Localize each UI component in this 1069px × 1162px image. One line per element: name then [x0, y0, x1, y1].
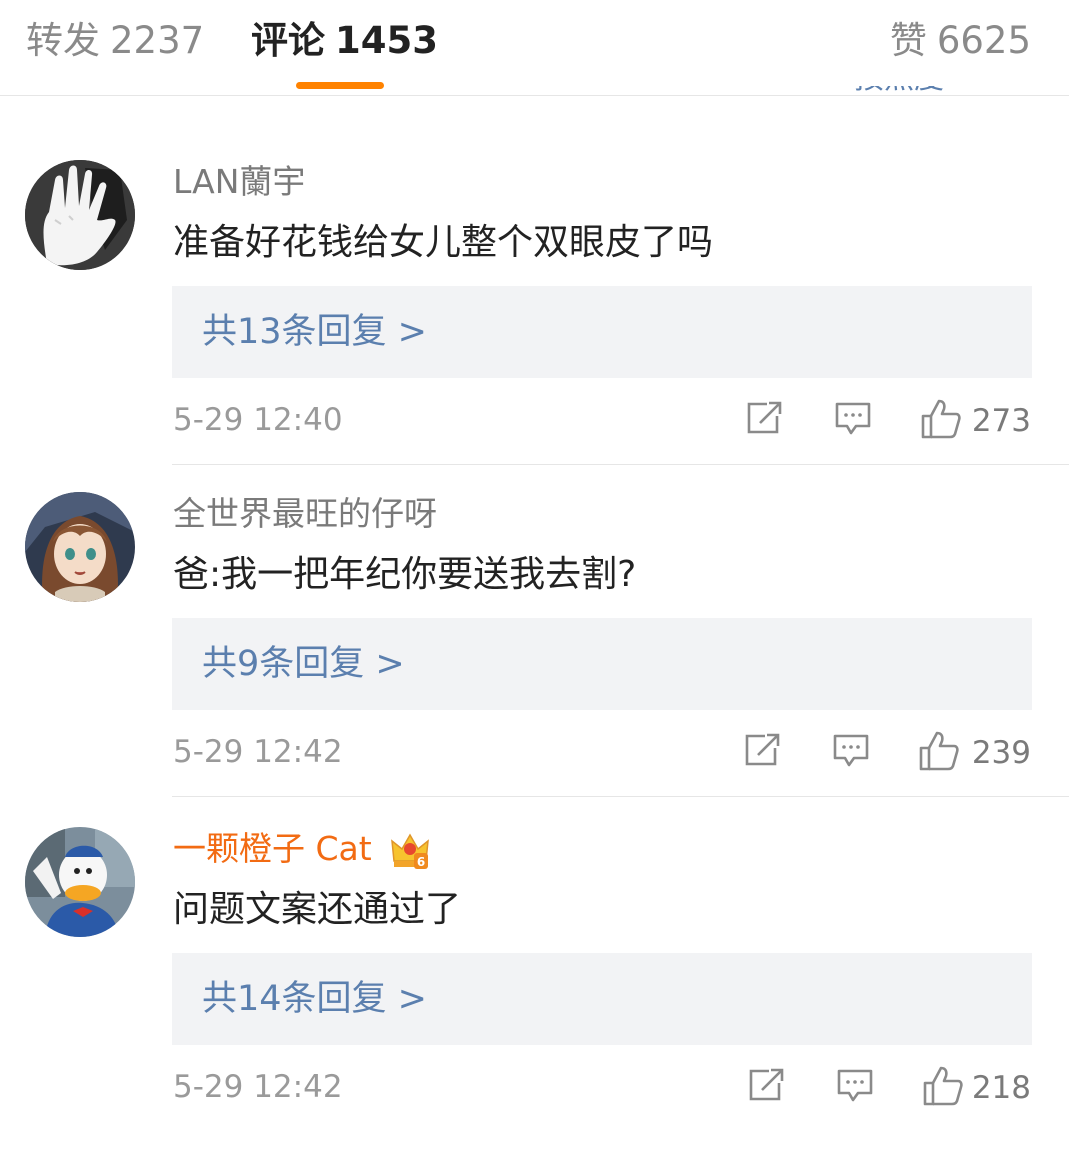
replies-box[interactable]: 共13条回复 >	[172, 286, 1032, 378]
sort-toggle[interactable]: 按热度	[854, 86, 1029, 96]
like-button[interactable]	[922, 1065, 964, 1107]
username[interactable]: 一颗橙子 Cat	[173, 829, 372, 869]
avatar[interactable]	[25, 492, 135, 602]
tab-repost-label: 转发	[26, 19, 100, 62]
repost-button[interactable]	[747, 1067, 785, 1103]
divider	[172, 796, 1069, 797]
view-replies-link[interactable]: 共9条回复 >	[202, 642, 405, 686]
repost-button[interactable]	[745, 400, 783, 436]
active-tab-indicator	[296, 82, 384, 89]
comment-timestamp: 5-29 12:42	[173, 734, 343, 770]
tab-repost[interactable]: 转发 2237	[26, 18, 204, 64]
tab-comments[interactable]: 评论 1453	[251, 18, 438, 64]
comment-icon	[837, 1069, 873, 1102]
view-replies-link[interactable]: 共14条回复 >	[202, 977, 427, 1021]
avatar[interactable]	[25, 827, 135, 937]
tab-likes[interactable]: 赞 6625	[890, 18, 1031, 64]
comment-timestamp: 5-29 12:40	[173, 402, 343, 438]
sort-label: 按热度	[854, 86, 944, 94]
repost-icon	[747, 401, 782, 434]
like-count: 218	[971, 1070, 1031, 1106]
replies-box[interactable]: 共14条回复 >	[172, 953, 1032, 1045]
comment-item: 全世界最旺的仔呀 爸:我一把年纪你要送我去割? 共9条回复 > 5-29 12:…	[0, 492, 1069, 827]
tab-comments-count: 1453	[335, 19, 438, 62]
tab-likes-count: 6625	[936, 19, 1031, 62]
repost-icon	[745, 733, 780, 766]
like-button[interactable]	[920, 398, 962, 440]
comment-text: 准备好花钱给女儿整个双眼皮了吗	[173, 222, 714, 263]
vip-level: 6	[417, 855, 425, 869]
crown-icon: 6	[391, 833, 429, 869]
comment-text: 问题文案还通过了	[173, 889, 462, 930]
thumbs-up-icon	[919, 731, 959, 771]
vip-crown-badge: 6	[390, 831, 430, 871]
like-button[interactable]	[918, 730, 960, 772]
avatar-anime-girl-image	[25, 492, 135, 602]
reply-button[interactable]	[836, 1067, 874, 1105]
tab-bar: 转发2237 评论1453 赞6625 按热度	[0, 0, 1069, 96]
comment-icon	[835, 402, 871, 435]
view-replies-link[interactable]: 共13条回复 >	[202, 310, 427, 354]
tab-comments-label: 评论	[251, 19, 325, 62]
username[interactable]: LAN蘭宇	[173, 162, 305, 202]
comment-item: 一颗橙子 Cat 6 问题文案还通过了 共14条回复 > 5-29 12:42	[0, 827, 1069, 1162]
avatar-donald-duck-image	[25, 827, 135, 937]
reply-button[interactable]	[832, 732, 870, 770]
reply-button[interactable]	[834, 400, 872, 438]
divider	[172, 464, 1069, 465]
repost-icon	[749, 1068, 784, 1101]
tab-repost-count: 2237	[110, 19, 205, 62]
avatar[interactable]	[25, 160, 135, 270]
comment-icon	[833, 734, 869, 767]
repost-button[interactable]	[743, 732, 781, 768]
replies-box[interactable]: 共9条回复 >	[172, 618, 1032, 710]
tab-likes-label: 赞	[889, 19, 927, 62]
like-count: 239	[971, 735, 1031, 771]
comment-item: LAN蘭宇 准备好花钱给女儿整个双眼皮了吗 共13条回复 > 5-29 12:4…	[0, 160, 1069, 495]
comment-text: 爸:我一把年纪你要送我去割?	[173, 554, 637, 595]
avatar-hand-image	[25, 160, 135, 270]
like-count: 273	[971, 403, 1031, 439]
thumbs-up-icon	[923, 1066, 963, 1106]
username[interactable]: 全世界最旺的仔呀	[173, 494, 437, 534]
thumbs-up-icon	[921, 399, 961, 439]
comment-timestamp: 5-29 12:42	[173, 1069, 343, 1105]
